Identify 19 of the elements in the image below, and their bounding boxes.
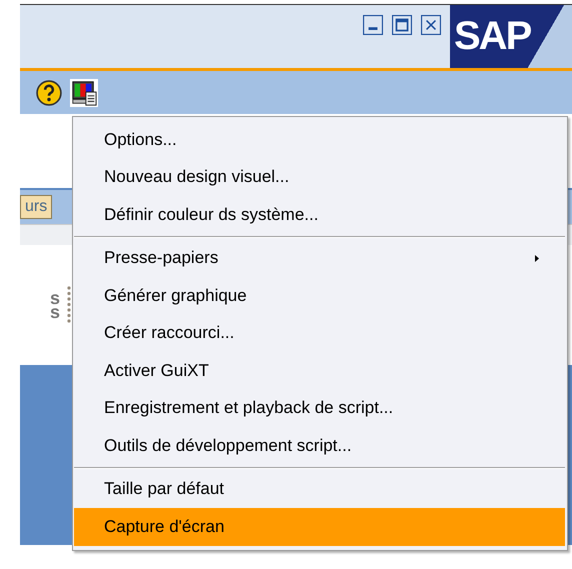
menu-item[interactable]: Créer raccourci... (74, 314, 565, 352)
minimize-icon[interactable] (363, 15, 383, 35)
logo-text: s (50, 305, 60, 319)
menu-item[interactable]: Générer graphique (74, 277, 565, 314)
toolbar-button[interactable]: urs (20, 195, 52, 219)
menu-item[interactable]: Enregistrement et playback de script... (74, 390, 565, 427)
menu-item[interactable]: Presse-papiers (74, 240, 565, 277)
menu-item[interactable]: Nouveau design visuel... (74, 158, 565, 196)
menu-item[interactable]: Taille par défaut (74, 470, 565, 508)
menu-item[interactable]: Options... (74, 121, 565, 158)
menu-item[interactable]: Capture d'écran (74, 508, 565, 546)
logo-text: s (50, 291, 60, 305)
logo: SAP (450, 5, 572, 68)
menu-item[interactable]: Outils de développement script... (74, 427, 565, 464)
menu-item[interactable]: Activer GuiXT (74, 352, 565, 390)
help-icon[interactable] (36, 80, 62, 106)
close-icon[interactable] (421, 15, 441, 35)
maximize-icon[interactable] (392, 15, 412, 35)
menu-item[interactable]: Définir couleur ds système... (74, 196, 565, 234)
